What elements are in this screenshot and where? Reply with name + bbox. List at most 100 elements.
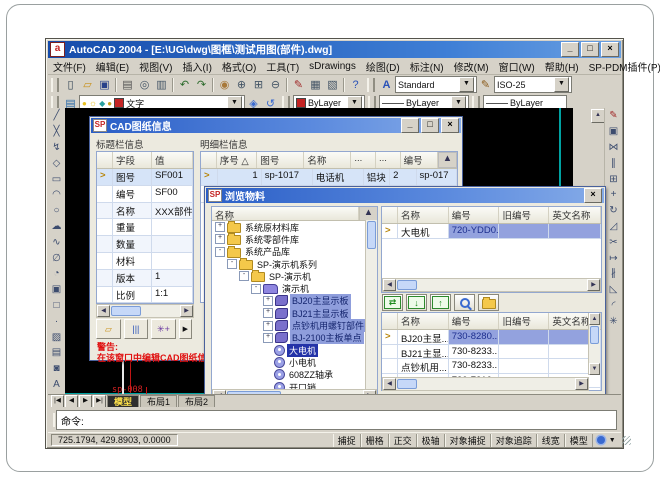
scroll-thumb[interactable]	[397, 379, 417, 389]
menu-item[interactable]: 视图(V)	[134, 58, 177, 75]
tree-column-header[interactable]: 名称	[212, 207, 359, 220]
menu-item[interactable]: 格式(O)	[217, 58, 261, 75]
text-icon[interactable]: A	[49, 377, 65, 393]
toolbar-grip[interactable]	[51, 78, 59, 92]
expand-icon[interactable]: +	[263, 321, 273, 331]
material-tree-panel[interactable]: 名称 ▲ +系统原材料库+系统零部件库-系统产品库-SP-演示机系列-SP-演示…	[211, 206, 378, 404]
properties-icon[interactable]: ▧	[324, 77, 341, 92]
open-icon[interactable]: ▱	[79, 77, 96, 92]
zoom-realtime-icon[interactable]: ⊕	[233, 77, 250, 92]
fillet-icon[interactable]: ◜	[606, 298, 622, 314]
publish-icon[interactable]: ▥	[153, 77, 170, 92]
open-folder-icon[interactable]	[478, 294, 499, 311]
table-row[interactable]: 编号SF00	[97, 186, 193, 203]
polygon-icon[interactable]: ◇	[49, 155, 65, 171]
column-header[interactable]: 图号	[257, 152, 304, 168]
table-row[interactable]: >1sp-1017电话机铝块2sp-017	[201, 169, 457, 186]
status-toggle-栅格[interactable]: 栅格	[361, 434, 389, 447]
scroll-down-icon[interactable]: ▼	[589, 363, 600, 375]
add-gear-icon[interactable]: ✳+	[151, 319, 176, 339]
break-icon[interactable]: ∦	[606, 266, 622, 282]
line-icon[interactable]: ╱	[49, 108, 65, 124]
columns-icon[interactable]: |||	[124, 319, 149, 339]
scroll-left-icon[interactable]: ◀	[383, 279, 396, 291]
column-header[interactable]: 编号	[401, 152, 438, 168]
status-toggle-线宽[interactable]: 线宽	[537, 434, 565, 447]
pan-icon[interactable]: ◉	[216, 77, 233, 92]
close-button[interactable]: ×	[441, 118, 459, 133]
search-icon[interactable]	[454, 294, 475, 311]
tree-item[interactable]: 小电机	[212, 356, 377, 368]
column-header[interactable]: 英文名称	[549, 207, 601, 223]
point-icon[interactable]: ·	[49, 313, 65, 329]
tree-item[interactable]: -SP-演示机系列	[212, 258, 377, 270]
overflow-right-icon[interactable]: ▶	[179, 319, 192, 339]
menu-item[interactable]: 绘图(D)	[361, 58, 405, 75]
scale-icon[interactable]: ◿	[606, 219, 622, 235]
menu-item[interactable]: 修改(M)	[449, 58, 494, 75]
result-table-hscrollbar[interactable]: ◀ ▶	[382, 377, 589, 391]
chamfer-icon[interactable]: ◺	[606, 282, 622, 298]
scroll-right-icon[interactable]: ▶	[575, 378, 588, 390]
table-row[interactable]: BJ21主显...730-8233...	[382, 345, 601, 360]
region-icon[interactable]: ▤	[49, 345, 65, 361]
selected-table-hscrollbar[interactable]: ◀ ▶	[382, 278, 601, 292]
chevron-down-icon[interactable]: ▼	[459, 77, 474, 92]
matchprop-icon[interactable]: ✎	[290, 77, 307, 92]
arc-icon[interactable]: ◠	[49, 187, 65, 203]
column-header[interactable]: 名称	[304, 152, 351, 168]
column-header[interactable]: ...	[351, 152, 376, 168]
tree-item[interactable]: +系统原材料库	[212, 221, 377, 233]
tree-item[interactable]: +系统零部件库	[212, 233, 377, 245]
scroll-left-icon[interactable]: ◀	[97, 305, 110, 317]
collapse-icon[interactable]: -	[251, 284, 261, 294]
column-header[interactable]: 旧编号	[499, 313, 549, 329]
extend-icon[interactable]: ↦	[606, 250, 622, 266]
table-row[interactable]: >BJ20主显...730-8280...	[382, 330, 601, 345]
text-style-combo[interactable]: Standard ▼	[395, 76, 477, 93]
table-row[interactable]: >大电机720-YDD0...	[382, 224, 601, 239]
collapse-icon[interactable]: -	[239, 271, 249, 281]
toolbar-grip[interactable]	[367, 78, 375, 92]
plot-preview-icon[interactable]: ◎	[136, 77, 153, 92]
copy-icon[interactable]: ▣	[606, 124, 622, 140]
expand-icon[interactable]: +	[263, 333, 273, 343]
tree-item[interactable]: +BJ-2100主板单点	[212, 332, 377, 344]
resize-grip[interactable]	[622, 436, 631, 445]
polyline-icon[interactable]: ↯	[49, 140, 65, 156]
scroll-left-icon[interactable]: ◀	[383, 378, 396, 390]
browse-dialog-titlebar[interactable]: SP 浏览物料 ×	[206, 188, 604, 203]
close-button[interactable]: ×	[584, 188, 602, 203]
cad-dialog-titlebar[interactable]: SP CAD图纸信息 _ □ ×	[91, 118, 461, 133]
trim-icon[interactable]: ✂	[606, 234, 622, 250]
scroll-right-icon[interactable]: ▶	[587, 279, 600, 291]
command-input[interactable]: 命令:	[56, 410, 617, 430]
close-button[interactable]: ×	[601, 42, 619, 57]
download-icon[interactable]: ↓	[406, 294, 427, 311]
save-icon[interactable]: ▣	[96, 77, 113, 92]
minimize-button[interactable]: _	[401, 118, 419, 133]
text-style-icon[interactable]: A	[378, 77, 395, 92]
status-toggle-捕捉[interactable]: 捕捉	[333, 434, 361, 447]
column-header[interactable]: 名称	[398, 207, 449, 223]
status-toggle-极轴[interactable]: 极轴	[417, 434, 445, 447]
communication-center-icon[interactable]	[597, 436, 605, 444]
scroll-up-icon[interactable]: ▲	[591, 109, 605, 123]
revision-cloud-icon[interactable]: ☁	[49, 219, 65, 235]
status-toggle-正交[interactable]: 正交	[389, 434, 417, 447]
tree-item[interactable]: +点钞机用螺钉部件	[212, 319, 377, 331]
tree-item[interactable]: 608ZZ轴承	[212, 369, 377, 381]
array-icon[interactable]: ⊞	[606, 171, 622, 187]
tree-vscrollbar[interactable]	[365, 220, 377, 390]
scroll-thumb[interactable]	[367, 221, 376, 249]
table-row[interactable]: 名称XXX部件	[97, 203, 193, 220]
status-toggle-对象追踪[interactable]: 对象追踪	[491, 434, 537, 447]
menu-item[interactable]: 窗口(W)	[494, 58, 540, 75]
move-icon[interactable]: +	[606, 187, 622, 203]
column-header[interactable]: 名称	[398, 313, 449, 329]
new-icon[interactable]: ▯	[62, 77, 79, 92]
spline-icon[interactable]: ∿	[49, 234, 65, 250]
scroll-right-icon[interactable]: ▶	[180, 305, 193, 317]
status-toggle-对象捕捉[interactable]: 对象捕捉	[445, 434, 491, 447]
undo-icon[interactable]: ↶	[176, 77, 193, 92]
